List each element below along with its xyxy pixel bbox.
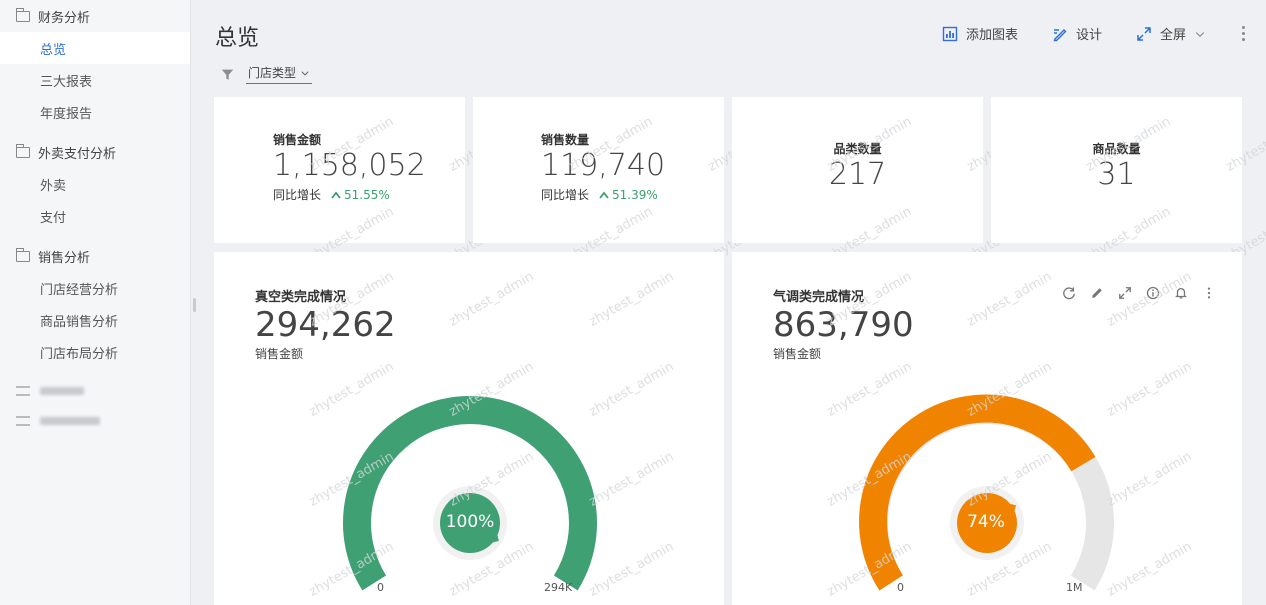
gauge-max-label: 1M	[1066, 581, 1083, 594]
fullscreen-icon	[1137, 26, 1151, 41]
add-chart-button[interactable]: 添加图表	[942, 24, 1018, 43]
sidebar-item-blurred[interactable]	[0, 406, 190, 436]
growth-percent: 51.55%	[344, 187, 390, 202]
folder-icon	[15, 7, 30, 22]
design-pencil-icon	[1053, 28, 1067, 41]
chevron-down-icon	[301, 70, 309, 76]
fullscreen-button[interactable]: 全屏	[1136, 24, 1206, 43]
add-chart-label: 添加图表	[965, 28, 1018, 43]
kpi-card-sales-amount[interactable]: 销售金额 1,158,052 同比增长 51.55% zhytest_admin…	[214, 97, 536, 265]
growth-value: 51.55%	[331, 188, 390, 202]
kpi-label: 品类数量	[833, 142, 882, 156]
kpi-card-sales-quantity[interactable]: 销售数量 119,740 同比增长 51.39% zhytest_admin zh…	[473, 97, 795, 265]
gauge-card-vacuum[interactable]: 真空类完成情况 294,262 销售金额 100% 0 294K zhytest…	[214, 252, 724, 605]
toolbar: 添加图表 设计 全屏	[942, 24, 1206, 43]
blurred-label	[40, 417, 100, 425]
filter-bar: 门店类型	[221, 64, 313, 84]
sidebar: 财务分析 总览 三大报表 年度报告 外卖支付分析 外卖 支付 销售分析 门店经营…	[0, 0, 191, 605]
gauge-min-label: 0	[377, 581, 384, 594]
kpi-value: 31	[1097, 157, 1136, 192]
growth-percent: 51.39%	[612, 187, 658, 202]
sidebar-group-sales[interactable]: 销售分析	[0, 240, 190, 272]
sidebar-item-three-reports[interactable]: 三大报表	[0, 64, 190, 96]
bar-chart-icon	[942, 26, 958, 41]
main-area: 总览 添加图表 设计 全屏 门店类型 销售金额 1,158,052 同比增长 5…	[191, 0, 1266, 605]
list-icon	[16, 386, 30, 396]
sidebar-item-payment[interactable]: 支付	[0, 200, 190, 232]
growth-label: 同比增长	[273, 188, 322, 202]
design-label: 设计	[1075, 28, 1102, 43]
gauge-max-label: 294K	[544, 581, 573, 594]
kpi-growth: 同比增长 51.39%	[541, 186, 665, 203]
sidebar-group-label: 财务分析	[38, 10, 91, 26]
gauge-card-modified-atmosphere[interactable]: 气调类完成情况 863,790 销售金额 74% 0 1M zhytest_ad…	[732, 252, 1242, 605]
growth-label: 同比增长	[541, 188, 590, 202]
kpi-label: 销售金额	[273, 133, 322, 147]
filter-icon[interactable]	[221, 68, 234, 81]
sidebar-item-blurred[interactable]	[0, 376, 190, 406]
sidebar-item-delivery[interactable]: 外卖	[0, 168, 190, 200]
sidebar-item-overview[interactable]: 总览	[0, 32, 190, 64]
kpi-card-product-count[interactable]: 商品数量 31 zhytest_admin zhytest_admin zhytes…	[991, 97, 1266, 265]
kpi-value: 119,740	[541, 148, 666, 183]
gauge-percent: 74%	[967, 512, 1005, 532]
gauge-percent: 100%	[445, 512, 495, 532]
folder-icon	[15, 247, 30, 262]
kpi-growth: 同比增长 51.55%	[273, 186, 426, 203]
arrow-up-icon	[599, 191, 609, 199]
fullscreen-label: 全屏	[1159, 28, 1186, 43]
arrow-up-icon	[331, 191, 341, 199]
gauge-chart	[343, 396, 597, 591]
kpi-value: 1,158,052	[273, 148, 426, 183]
folder-icon	[15, 143, 30, 158]
kpi-label: 商品数量	[1092, 142, 1141, 156]
sidebar-group-finance[interactable]: 财务分析	[0, 0, 190, 32]
sidebar-group-delivery-payment[interactable]: 外卖支付分析	[0, 136, 190, 168]
kpi-label: 销售数量	[541, 133, 590, 147]
store-type-label: 门店类型	[248, 66, 297, 80]
list-icon	[16, 416, 30, 426]
kpi-card-category-count[interactable]: 品类数量 217 zhytest_adminzhytest_adminzhyte…	[732, 97, 1054, 265]
blurred-label	[40, 387, 84, 395]
gauge-chart	[859, 394, 1114, 591]
kpi-value: 217	[828, 157, 887, 192]
chevron-down-icon	[1195, 31, 1205, 37]
sidebar-group-label: 外卖支付分析	[38, 146, 117, 162]
store-type-filter[interactable]: 门店类型	[246, 64, 313, 84]
growth-value: 51.39%	[599, 188, 658, 202]
more-menu-icon[interactable]	[1242, 26, 1246, 44]
sidebar-group-label: 销售分析	[38, 250, 91, 266]
sidebar-item-store-layout[interactable]: 门店布局分析	[0, 336, 190, 368]
design-button[interactable]: 设计	[1052, 24, 1102, 43]
page-title: 总览	[215, 26, 260, 51]
gauge-min-label: 0	[897, 581, 904, 594]
sidebar-item-product-sales[interactable]: 商品销售分析	[0, 304, 190, 336]
sidebar-item-store-operations[interactable]: 门店经营分析	[0, 272, 190, 304]
sidebar-item-annual-report[interactable]: 年度报告	[0, 96, 190, 128]
